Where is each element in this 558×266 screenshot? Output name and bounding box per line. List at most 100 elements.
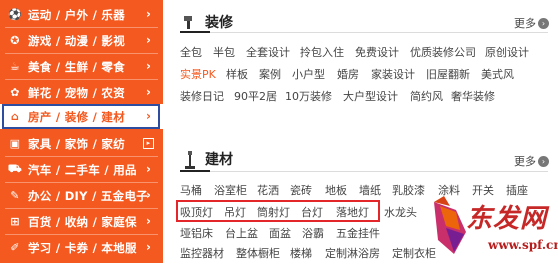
category-sidebar: ⚽ 运动 / 户外 / 乐器 › ✪ 游戏 / 动漫 / 影视 › ☕ 美食 /… [0,0,163,263]
watermark-brand: 东发网 [466,204,548,234]
tag-link[interactable]: 瓷砖 [290,182,312,198]
game-icon: ✪ [10,34,20,47]
tag-link[interactable]: 五金挂件 [336,225,380,241]
chevron-right-icon: › [146,109,152,123]
tag-link-hot[interactable]: 实景PK [180,66,216,82]
tag-link[interactable]: 吊灯 [224,204,246,220]
tag-link[interactable]: 10万装修 [285,88,332,104]
sports-icon: ⚽ [8,8,22,21]
chevron-right-icon: › [146,162,152,176]
tag-link[interactable]: 小户型 [292,66,325,82]
more-label: 更多 [514,155,536,168]
tag-link[interactable]: 马桶 [180,182,202,198]
chevron-right-icon: › [538,155,549,167]
tag-link[interactable]: 原创设计 [485,44,529,60]
tag-link[interactable]: 水龙头 [384,204,417,220]
tag-link[interactable]: 家装设计 [371,66,415,82]
sidebar-item-office[interactable]: ✎ 办公 / DIY / 五金电子 › [0,182,163,209]
sidebar-item-store[interactable]: ⊞ 百货 / 收纳 / 家庭保 › [0,208,163,235]
tag-link[interactable]: 奢华装修 [451,88,495,104]
chevron-right-icon: › [146,33,152,47]
sidebar-item-label: 游戏 / 动漫 / 影视 [28,33,126,48]
sidebar-item-label: 汽车 / 二手车 / 用品 [28,162,137,177]
tag-link[interactable]: 简约风 [410,88,443,104]
tag-link[interactable]: 台灯 [301,204,323,220]
tag-link[interactable]: 垭铝床 [180,225,213,241]
tag-link[interactable]: 筒射灯 [257,204,290,220]
lamp-icon [182,151,198,169]
tag-link[interactable]: 整体橱柜 [236,245,280,261]
house-icon: ⌂ [10,110,20,123]
tag-link[interactable]: 全套设计 [246,44,290,60]
divider-accent [180,31,210,33]
food-icon: ☕ [9,60,21,73]
sidebar-item-sports[interactable]: ⚽ 运动 / 户外 / 乐器 › [0,1,163,28]
tag-link[interactable]: 大户型设计 [343,88,398,104]
tag-link[interactable]: 半包 [213,44,235,60]
tag-link[interactable]: 90平2居 [234,88,277,104]
sidebar-item-label: 运动 / 户外 / 乐器 [28,7,126,22]
car-icon: ⛟ [7,162,23,175]
sidebar-item-label: 鲜花 / 宠物 / 农资 [28,85,126,100]
divider-accent [180,170,210,172]
tag-link[interactable]: 花洒 [257,182,279,198]
tag-link[interactable]: 免费设计 [355,44,399,60]
tag-link[interactable]: 婚房 [337,66,359,82]
sidebar-item-food[interactable]: ☕ 美食 / 生鲜 / 零食 › [0,53,163,80]
more-label: 更多 [514,17,536,30]
tag-link[interactable]: 美式风 [481,66,514,82]
flower-icon: ✿ [10,86,20,99]
sidebar-item-label: 办公 / DIY / 五金电子 [28,188,149,203]
sidebar-item-label: 美食 / 生鲜 / 零食 [28,59,126,74]
office-icon: ✎ [10,189,20,202]
sidebar-item-flowers[interactable]: ✿ 鲜花 / 宠物 / 农资 › [0,79,163,106]
sidebar-item-label: 家具 / 家饰 / 家纺 [28,136,126,151]
tag-link[interactable]: 墙纸 [359,182,381,198]
tag-link[interactable]: 优质装修公司 [410,44,476,60]
materials-section-title: 建材 [182,149,233,169]
tag-link[interactable]: 吸顶灯 [180,204,213,220]
sidebar-item-house[interactable]: ⌂ 房产 / 装修 / 建材 › [0,104,163,129]
sidebar-item-label: 百货 / 收纳 / 家庭保 [28,214,137,229]
section-divider [180,170,548,172]
sidebar-item-games[interactable]: ✪ 游戏 / 动漫 / 影视 › [0,27,163,54]
sidebar-item-label: 房产 / 装修 / 建材 [28,109,126,124]
decoration-more-link[interactable]: 更多 › [514,15,549,31]
decoration-section-title: 装修 [182,12,233,32]
chevron-right-icon: › [146,214,152,228]
tag-link[interactable]: 装修日记 [180,88,224,104]
tag-link[interactable]: 旧屋翻新 [426,66,470,82]
tag-link[interactable]: 落地灯 [336,204,369,220]
tag-link[interactable]: 定制淋浴房 [325,245,380,261]
tag-link[interactable]: 浴室柜 [214,182,247,198]
furniture-icon: ▣ [9,137,21,150]
tag-link[interactable]: 地板 [325,182,347,198]
tag-link[interactable]: 面盆 [269,225,291,241]
chevron-right-icon: › [146,85,152,99]
hammer-icon [182,14,198,30]
tag-link[interactable]: 样板 [226,66,248,82]
tag-link[interactable]: 案例 [259,66,281,82]
chevron-right-icon: › [146,7,152,21]
materials-more-link[interactable]: 更多 › [514,153,549,169]
chevron-right-icon: › [146,59,152,73]
new-badge-icon: ▸ [143,138,154,149]
tag-link[interactable]: 台上盆 [225,225,258,241]
sidebar-item-label: 学习 / 卡券 / 本地服 [28,240,137,255]
tag-link[interactable]: 拎包入住 [300,44,344,60]
tag-link[interactable]: 楼梯 [290,245,312,261]
tag-link[interactable]: 监控器材 [180,245,224,261]
sidebar-item-study[interactable]: ✐ 学习 / 卡券 / 本地服 › [0,234,163,261]
store-icon: ⊞ [10,215,20,228]
sidebar-item-car[interactable]: ⛟ 汽车 / 二手车 / 用品 › [0,156,163,183]
chevron-right-icon: › [146,188,152,202]
tag-link[interactable]: 乳胶漆 [392,182,425,198]
watermark-url: www.spf.cn [488,238,558,252]
sidebar-item-furniture[interactable]: ▣ 家具 / 家饰 / 家纺 ▸ [0,130,163,157]
tag-link[interactable]: 浴霸 [302,225,324,241]
section-heading: 建材 [205,152,233,168]
chevron-right-icon: › [538,17,549,29]
tag-link[interactable]: 全包 [180,44,202,60]
section-heading: 装修 [205,15,233,31]
study-icon: ✐ [10,241,20,254]
